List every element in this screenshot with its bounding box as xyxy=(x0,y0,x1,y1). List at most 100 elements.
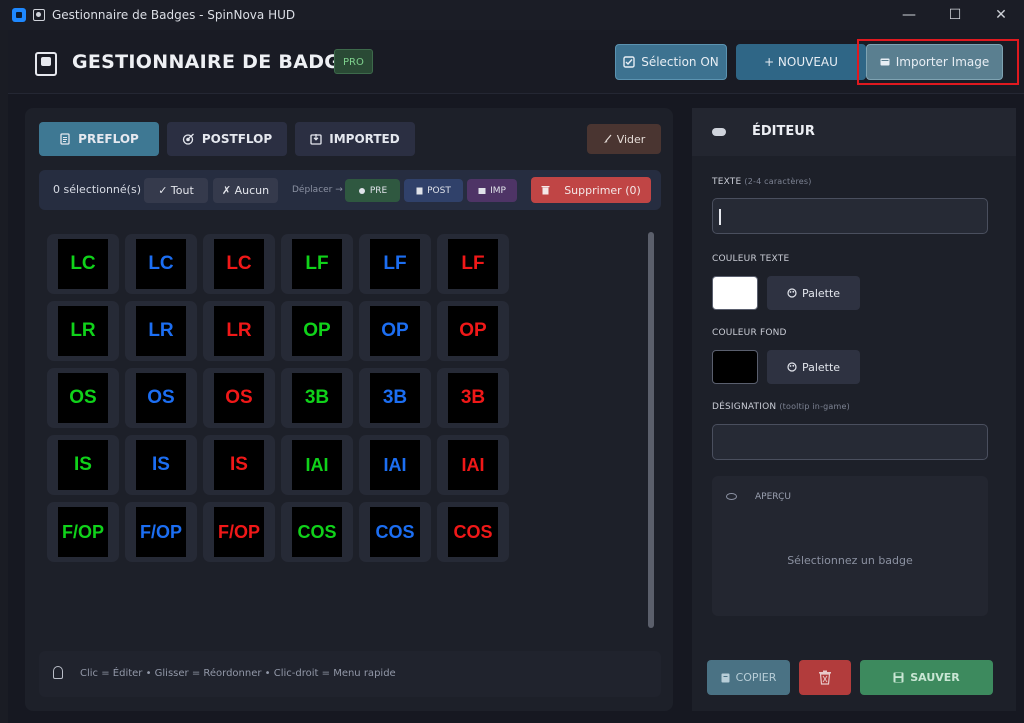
lightbulb-icon xyxy=(53,666,63,679)
badge-label: F/OP xyxy=(214,507,264,557)
trash-icon xyxy=(819,670,831,685)
badge-label: COS xyxy=(292,507,342,557)
badge-tile[interactable]: LR xyxy=(47,301,119,361)
tab-imported[interactable]: IMPORTED xyxy=(295,122,415,156)
app-title: GESTIONNAIRE DE BADGES xyxy=(72,51,368,73)
text-color-palette-button[interactable]: Palette xyxy=(767,276,860,310)
floppy-disk-icon xyxy=(893,672,904,683)
preview-box: APERÇU Sélectionnez un badge xyxy=(712,476,988,616)
help-hint-text: Clic = Éditer • Glisser = Réordonner • C… xyxy=(80,668,396,679)
badge-tile[interactable]: LR xyxy=(125,301,197,361)
trash-icon xyxy=(541,186,550,195)
badge-tile[interactable]: LF xyxy=(437,234,509,294)
badge-label: OS xyxy=(136,373,186,423)
badge-tile[interactable]: IS xyxy=(47,435,119,495)
badge-tile[interactable]: LC xyxy=(47,234,119,294)
editor-header: ÉDITEUR xyxy=(692,108,1016,156)
badge-label: LR xyxy=(58,306,108,356)
editor-panel: ÉDITEUR TEXTE (2-4 caractères) COULEUR TE… xyxy=(692,108,1016,711)
badge-tile[interactable]: LF xyxy=(281,234,353,294)
badge-label: IS xyxy=(58,440,108,490)
badge-label: LF xyxy=(292,239,342,289)
badge-tile[interactable]: OS xyxy=(125,368,197,428)
save-button[interactable]: SAUVER xyxy=(860,660,993,695)
designation-input[interactable] xyxy=(712,424,988,460)
preview-empty-message: Sélectionnez un badge xyxy=(787,554,913,567)
tab-preflop[interactable]: PREFLOP xyxy=(39,122,159,156)
badge-tile[interactable]: IAI xyxy=(281,435,353,495)
badge-label: LR xyxy=(214,306,264,356)
badge-label: COS xyxy=(370,507,420,557)
document-icon xyxy=(60,133,70,145)
delete-badge-button[interactable] xyxy=(799,660,851,695)
background-color-palette-button[interactable]: Palette xyxy=(767,350,860,384)
badge-label: LR xyxy=(136,306,186,356)
badge-label: LF xyxy=(370,239,420,289)
select-all-button[interactable]: ✓ Tout xyxy=(144,178,208,203)
badge-tile[interactable]: OP xyxy=(281,301,353,361)
badge-logo-icon xyxy=(35,52,57,76)
badge-tile[interactable]: IS xyxy=(203,435,275,495)
badge-icon xyxy=(33,9,45,21)
badge-tile[interactable]: OS xyxy=(203,368,275,428)
checkbox-icon xyxy=(623,56,635,68)
badge-tile[interactable]: COS xyxy=(281,502,353,562)
badge-label: 3B xyxy=(292,373,342,423)
badge-tile[interactable]: IAI xyxy=(359,435,431,495)
new-badge-label: + NOUVEAU xyxy=(764,55,838,69)
badge-label: IAI xyxy=(292,440,342,490)
selection-toggle-button[interactable]: Sélection ON xyxy=(615,44,727,80)
copy-label: COPIER xyxy=(735,671,777,684)
move-to-imp-button[interactable]: IMP xyxy=(467,179,517,202)
designation-label: DÉSIGNATION xyxy=(712,402,777,412)
clear-button[interactable]: Vider xyxy=(587,124,661,154)
badge-tile[interactable]: LC xyxy=(125,234,197,294)
badge-label: 3B xyxy=(448,373,498,423)
badge-tile[interactable]: OS xyxy=(47,368,119,428)
select-none-button[interactable]: ✗ Aucun xyxy=(213,178,278,203)
scrollbar-thumb[interactable] xyxy=(648,232,654,628)
badge-label: LC xyxy=(58,239,108,289)
badge-tile[interactable]: LF xyxy=(359,234,431,294)
badge-label: F/OP xyxy=(58,507,108,557)
badge-tile[interactable]: LR xyxy=(203,301,275,361)
badge-tile[interactable]: LC xyxy=(203,234,275,294)
badge-tile[interactable]: IAI xyxy=(437,435,509,495)
copy-button[interactable]: COPIER xyxy=(707,660,790,695)
text-color-swatch[interactable] xyxy=(712,276,758,310)
grid-scrollbar[interactable] xyxy=(648,232,656,628)
badge-tile[interactable]: OP xyxy=(359,301,431,361)
pro-badge: PRO xyxy=(334,49,373,74)
palette-label: Palette xyxy=(801,286,841,300)
window-controls: — ☐ ✕ xyxy=(886,0,1024,30)
badge-tile[interactable]: 3B xyxy=(437,368,509,428)
badge-tile[interactable]: COS xyxy=(437,502,509,562)
badge-tile[interactable]: F/OP xyxy=(125,502,197,562)
badge-tile[interactable]: F/OP xyxy=(47,502,119,562)
badge-tile[interactable]: 3B xyxy=(359,368,431,428)
badge-tile[interactable]: F/OP xyxy=(203,502,275,562)
badge-tile[interactable]: COS xyxy=(359,502,431,562)
maximize-button[interactable]: ☐ xyxy=(932,0,978,30)
badge-text-input[interactable] xyxy=(712,198,988,234)
badge-tile[interactable]: 3B xyxy=(281,368,353,428)
badge-tile[interactable]: OP xyxy=(437,301,509,361)
background-color-label: COULEUR FOND xyxy=(712,328,787,338)
tab-postflop[interactable]: POSTFLOP xyxy=(167,122,287,156)
delete-selected-button[interactable]: Supprimer (0) xyxy=(531,177,651,203)
window-title: Gestionnaire de Badges - SpinNova HUD xyxy=(52,8,296,22)
text-hint: (2-4 caractères) xyxy=(744,177,812,186)
move-to-pre-button[interactable]: PRE xyxy=(345,179,400,202)
badge-label: IAI xyxy=(448,440,498,490)
badge-tile[interactable]: IS xyxy=(125,435,197,495)
close-button[interactable]: ✕ xyxy=(978,0,1024,30)
palette-label: Palette xyxy=(801,360,841,374)
move-to-post-button[interactable]: POST xyxy=(404,179,463,202)
minimize-button[interactable]: — xyxy=(886,0,932,30)
inbox-icon xyxy=(310,134,322,145)
target-icon xyxy=(358,187,365,194)
background-color-swatch[interactable] xyxy=(712,350,758,384)
help-hint-bar: Clic = Éditer • Glisser = Réordonner • C… xyxy=(39,651,661,697)
new-badge-button[interactable]: + NOUVEAU xyxy=(736,44,866,80)
move-to-pre-label: PRE xyxy=(369,185,388,196)
